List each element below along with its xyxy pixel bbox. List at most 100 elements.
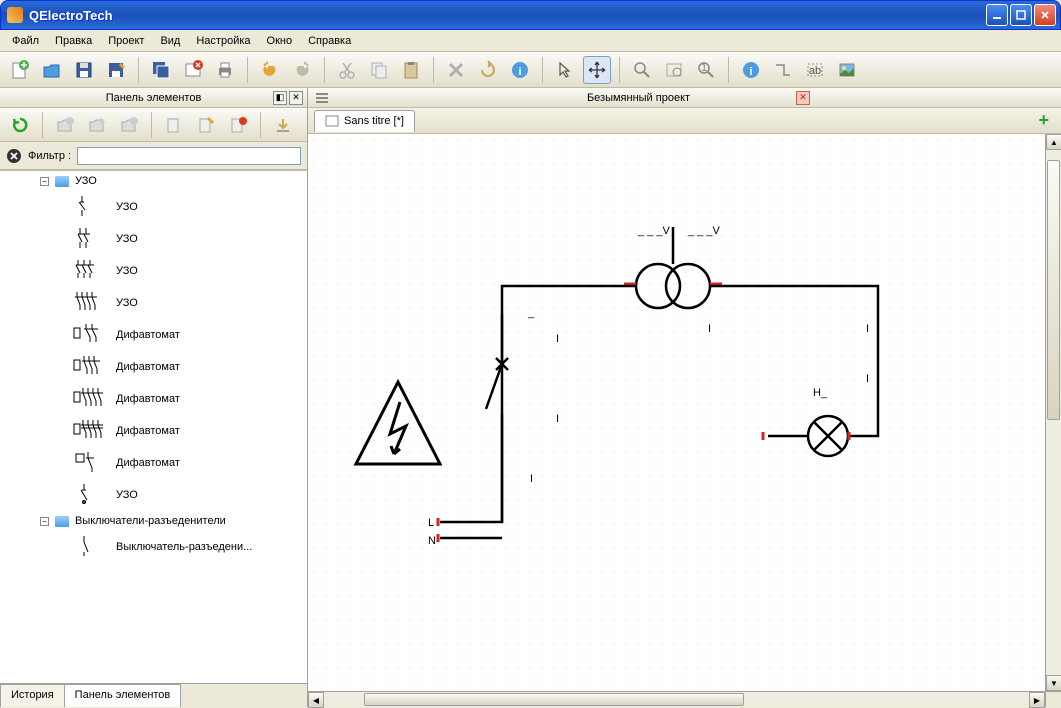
window-titlebar: QElectroTech: [0, 0, 1061, 30]
scroll-down-button[interactable]: ▼: [1046, 675, 1061, 691]
close-button[interactable]: [1034, 4, 1056, 26]
filter-row: Фильтр :: [0, 142, 307, 170]
svg-text:i: i: [518, 66, 521, 78]
copy-button[interactable]: [365, 56, 393, 84]
save-as-button[interactable]: [102, 56, 130, 84]
expander-icon[interactable]: −: [40, 517, 49, 526]
canvas[interactable]: L N _ _ _V _ _ _V H_ _ I I I I I I: [308, 134, 1045, 691]
rotate-button[interactable]: [474, 56, 502, 84]
tab-elements-panel[interactable]: Панель элементов: [64, 684, 182, 707]
separator: [433, 57, 434, 83]
scroll-up-button[interactable]: ▲: [1046, 134, 1061, 150]
separator: [260, 112, 261, 138]
zoom-reset-button[interactable]: 1: [692, 56, 720, 84]
image-button[interactable]: [833, 56, 861, 84]
tick: I: [866, 373, 869, 385]
maximize-button[interactable]: [1010, 4, 1032, 26]
reload-button[interactable]: [6, 111, 34, 139]
open-button[interactable]: [38, 56, 66, 84]
new-element-button[interactable]: [160, 111, 188, 139]
menu-file[interactable]: Файл: [4, 33, 47, 49]
element-symbol-icon: [70, 385, 110, 413]
conductor-button[interactable]: [769, 56, 797, 84]
clear-filter-icon[interactable]: [6, 148, 22, 164]
separator: [138, 57, 139, 83]
tree-item[interactable]: УЗО: [0, 287, 307, 319]
tree-item[interactable]: УЗО: [0, 223, 307, 255]
menu-view[interactable]: Вид: [152, 33, 188, 49]
close-project-button[interactable]: [179, 56, 207, 84]
tree-item[interactable]: Дифавтомат: [0, 415, 307, 447]
element-symbol-icon: [70, 481, 110, 509]
redo-button[interactable]: [288, 56, 316, 84]
document-tab[interactable]: Sans titre [*]: [314, 110, 415, 132]
text-button[interactable]: ab: [801, 56, 829, 84]
label-v2: _ _ _V: [687, 225, 720, 237]
folder-icon: [55, 516, 69, 527]
delete-button[interactable]: [442, 56, 470, 84]
filter-input[interactable]: [77, 147, 301, 165]
tree-item[interactable]: Дифавтомат: [0, 447, 307, 479]
panel-float-button[interactable]: ◧: [273, 91, 287, 105]
expander-icon[interactable]: −: [40, 177, 49, 186]
tree-item[interactable]: Дифавтомат: [0, 351, 307, 383]
tree-item[interactable]: УЗО: [0, 255, 307, 287]
properties-button[interactable]: i: [737, 56, 765, 84]
tree-item[interactable]: Дифавтомат: [0, 383, 307, 415]
zoom-fit-button[interactable]: [660, 56, 688, 84]
info-button[interactable]: i: [506, 56, 534, 84]
project-tab[interactable]: Безымянный проект ✕: [336, 91, 1061, 105]
scroll-left-button[interactable]: ◀: [308, 692, 324, 708]
save-button[interactable]: [70, 56, 98, 84]
tree-item[interactable]: УЗО: [0, 191, 307, 223]
project-close-button[interactable]: ✕: [796, 91, 810, 105]
save-all-button[interactable]: [147, 56, 175, 84]
vertical-scrollbar[interactable]: ▲ ▼: [1045, 134, 1061, 691]
paste-button[interactable]: [397, 56, 425, 84]
menu-edit[interactable]: Правка: [47, 33, 100, 49]
menu-project[interactable]: Проект: [100, 33, 152, 49]
filter-label: Фильтр :: [28, 150, 71, 162]
menu-window[interactable]: Окно: [259, 33, 301, 49]
tree-folder[interactable]: − УЗО: [0, 171, 307, 191]
zoom-button[interactable]: [628, 56, 656, 84]
menu-help[interactable]: Справка: [300, 33, 359, 49]
element-symbol-icon: [70, 449, 110, 477]
scroll-right-button[interactable]: ▶: [1029, 692, 1045, 708]
svg-text:ab: ab: [809, 65, 821, 77]
tree-label: УЗО: [75, 175, 307, 187]
elements-tree[interactable]: − УЗО УЗО УЗО УЗО УЗО Дифавтомат Дифавто…: [0, 170, 307, 683]
tree-item[interactable]: Дифавтомат: [0, 319, 307, 351]
tick: I: [866, 323, 869, 335]
edit-category-button[interactable]: [83, 111, 111, 139]
minimize-button[interactable]: [986, 4, 1008, 26]
menu-settings[interactable]: Настройка: [188, 33, 258, 49]
select-tool[interactable]: [551, 56, 579, 84]
tick: I: [556, 413, 559, 425]
panel-close-button[interactable]: ✕: [289, 91, 303, 105]
label-l: L: [428, 517, 434, 529]
delete-element-button[interactable]: [224, 111, 252, 139]
element-symbol-icon: [70, 289, 110, 317]
delete-category-button[interactable]: [115, 111, 143, 139]
print-button[interactable]: [211, 56, 239, 84]
import-element-button[interactable]: [269, 111, 297, 139]
project-list-icon[interactable]: [314, 90, 330, 106]
add-sheet-button[interactable]: +: [1032, 110, 1055, 131]
tree-label: УЗО: [116, 489, 307, 501]
tree-label: УЗО: [116, 233, 307, 245]
tick: I: [530, 473, 533, 485]
tree-item[interactable]: УЗО: [0, 479, 307, 511]
document-icon: [325, 114, 339, 128]
new-button[interactable]: [6, 56, 34, 84]
edit-element-button[interactable]: [192, 111, 220, 139]
horizontal-scrollbar[interactable]: ◀ ▶: [308, 691, 1061, 707]
tree-folder[interactable]: − Выключатели-разъеденители: [0, 511, 307, 531]
tab-history[interactable]: История: [0, 684, 65, 707]
move-tool[interactable]: [583, 56, 611, 84]
new-category-button[interactable]: [51, 111, 79, 139]
tree-item[interactable]: Выключатель-разъедени...: [0, 531, 307, 563]
elements-panel: Панель элементов ◧ ✕ Фильтр :: [0, 88, 308, 707]
cut-button[interactable]: [333, 56, 361, 84]
undo-button[interactable]: [256, 56, 284, 84]
